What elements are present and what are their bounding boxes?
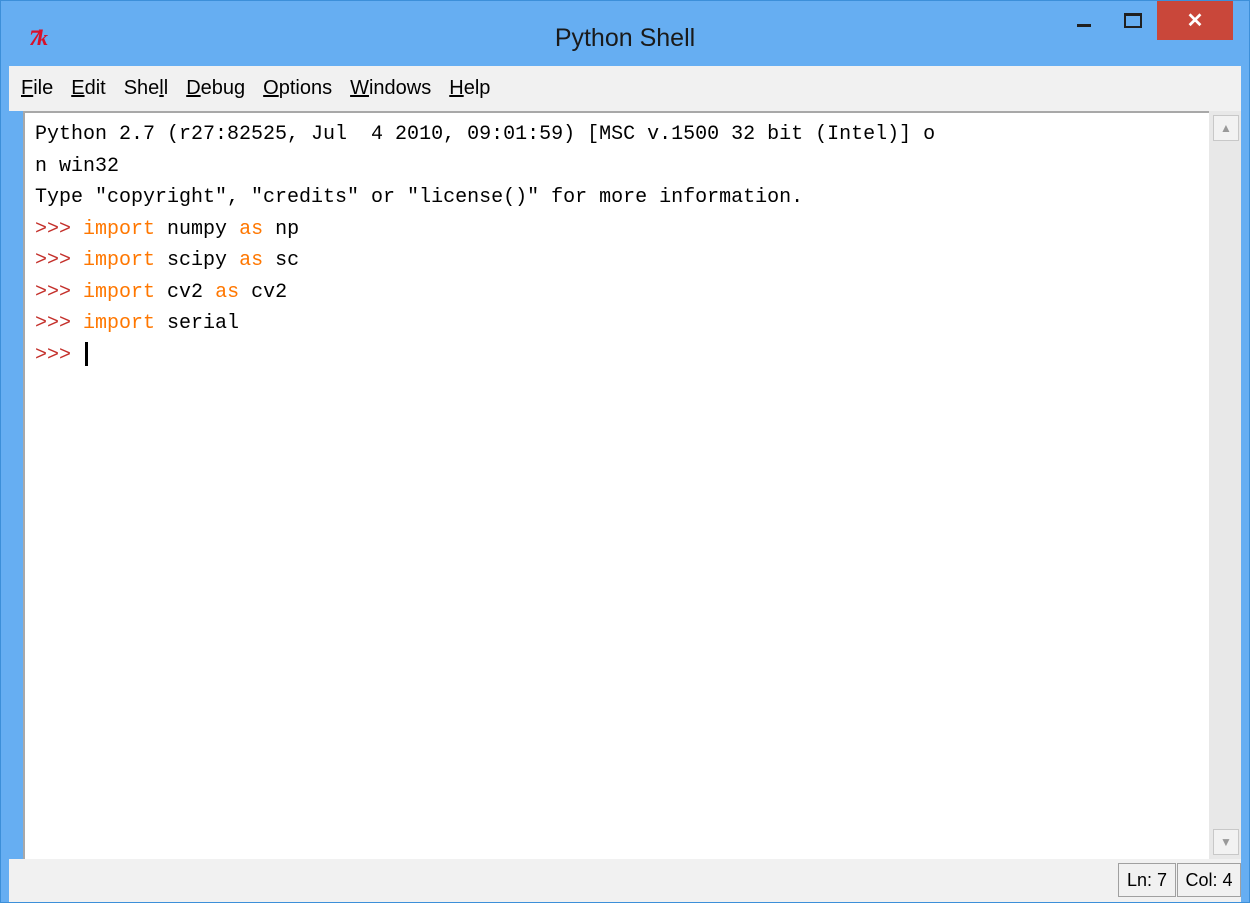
keyword: import [83, 249, 156, 272]
maximize-icon [1124, 12, 1142, 28]
prompt: >>> [35, 280, 84, 304]
menu-options[interactable]: Options [263, 77, 332, 100]
keyword: as [215, 280, 240, 304]
command-line: >>> import serial [35, 308, 1209, 340]
menu-debug[interactable]: Debug [186, 77, 245, 100]
alias-name: np [275, 217, 300, 241]
menu-windows[interactable]: Windows [350, 77, 431, 100]
module-name: numpy [167, 217, 228, 241]
prompt: >>> [35, 249, 84, 272]
keyword: import [83, 280, 156, 304]
menu-file[interactable]: File [21, 77, 53, 100]
vertical-scrollbar[interactable]: ▲ ▼ [1209, 111, 1241, 859]
alias-name: cv2 [251, 280, 288, 304]
keyword: as [239, 217, 264, 241]
python-shell-window: 7k Python Shell ✕ File Edit Shell Debug … [0, 0, 1250, 903]
keyword: import [83, 312, 156, 335]
menu-edit[interactable]: Edit [71, 77, 105, 100]
module-name: cv2 [167, 280, 204, 304]
maximize-button[interactable] [1111, 1, 1155, 39]
close-button[interactable]: ✕ [1157, 1, 1233, 40]
minimize-icon [1077, 23, 1091, 27]
minimize-button[interactable] [1061, 1, 1107, 39]
module-name: serial [167, 312, 240, 335]
title-bar[interactable]: 7k Python Shell ✕ [1, 1, 1249, 65]
command-line: >>> import numpy as np [35, 214, 1209, 246]
command-line: >>> import cv2 as cv2 [35, 277, 1209, 309]
command-line: >>> import scipy as sc [35, 245, 1209, 277]
prompt: >>> [35, 217, 84, 241]
menu-bar: File Edit Shell Debug Options Windows He… [9, 66, 1241, 111]
column-indicator: Col: 4 [1177, 863, 1241, 897]
scroll-down-arrow-icon[interactable]: ▼ [1213, 829, 1239, 855]
menu-shell[interactable]: Shell [124, 77, 169, 100]
text-cursor [85, 342, 89, 367]
status-bar: Ln: 7 Col: 4 [9, 859, 1241, 902]
banner-line: Python 2.7 (r27:82525, Jul 4 2010, 09:01… [35, 123, 936, 146]
alias-name: sc [275, 249, 300, 272]
keyword: as [239, 249, 264, 272]
close-icon: ✕ [1186, 10, 1204, 32]
menu-help[interactable]: Help [449, 77, 490, 100]
banner-line: n win32 [35, 154, 120, 178]
shell-text-area[interactable]: Python 2.7 (r27:82525, Jul 4 2010, 09:01… [23, 111, 1209, 859]
banner-line: Type "copyright", "credits" or "license(… [35, 186, 804, 209]
active-prompt-line[interactable]: >>> [35, 340, 1209, 372]
prompt: >>> [35, 343, 84, 367]
prompt: >>> [35, 312, 84, 335]
module-name: scipy [167, 249, 228, 272]
scroll-up-arrow-icon[interactable]: ▲ [1213, 115, 1239, 141]
line-indicator: Ln: 7 [1118, 863, 1176, 897]
keyword: import [83, 217, 156, 241]
